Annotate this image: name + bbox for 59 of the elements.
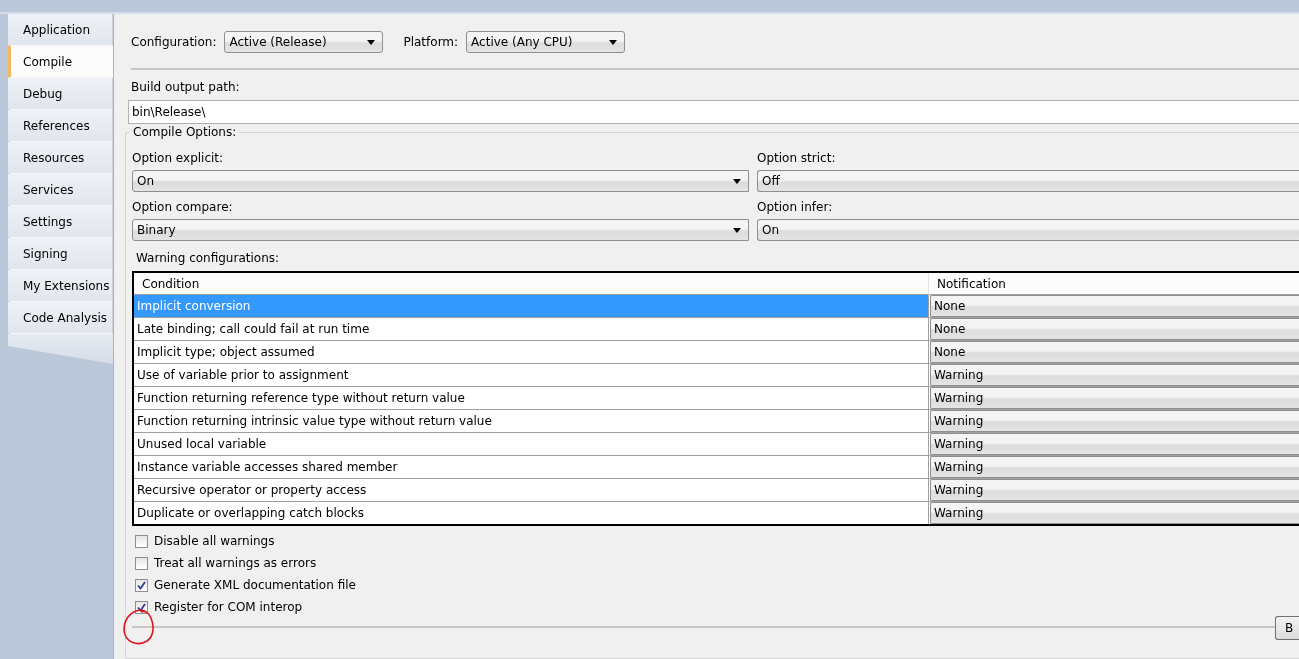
notification-dropdown[interactable]: Warning — [930, 479, 1299, 501]
option-dropdown[interactable]: Off — [757, 170, 1299, 192]
sidebar-tab[interactable]: Services — [8, 174, 113, 206]
notification-dropdown[interactable]: None — [930, 318, 1299, 340]
notification-dropdown[interactable]: Warning — [930, 456, 1299, 478]
option-label: Option infer: — [757, 200, 834, 214]
checkbox[interactable] — [135, 578, 148, 592]
notification-dropdown[interactable]: Warning — [930, 364, 1299, 386]
condition-cell[interactable]: Implicit type; object assumed — [133, 340, 929, 364]
condition-cell[interactable]: Instance variable accesses shared member — [133, 455, 929, 479]
condition-cell[interactable]: Duplicate or overlapping catch blocks — [133, 501, 929, 525]
notification-dropdown[interactable]: None — [930, 295, 1299, 317]
sidebar-tab[interactable]: References — [8, 110, 113, 142]
platform-dropdown[interactable]: Active (Any CPU) — [466, 31, 626, 53]
condition-cell[interactable]: Recursive operator or property access — [133, 478, 929, 502]
condition-cell[interactable]: Function returning reference type without return value — [133, 386, 929, 410]
option-label: Option explicit: — [132, 151, 225, 165]
notification-dropdown[interactable]: None — [930, 341, 1299, 363]
configuration-dropdown[interactable]: Active (Release) — [224, 31, 384, 53]
checkbox-label[interactable]: Disable all warnings — [154, 534, 275, 548]
option-label: Option compare: — [132, 200, 234, 214]
sidebar-tab[interactable]: Debug — [8, 78, 113, 110]
condition-cell[interactable]: Function returning intrinsic value type without return value — [133, 409, 929, 433]
sidebar-tab[interactable]: Application — [8, 14, 113, 46]
sidebar-tab[interactable]: Settings — [8, 206, 113, 238]
checkbox[interactable] — [135, 556, 148, 570]
checkbox-label[interactable]: Register for COM interop — [154, 600, 303, 614]
checkbox-label[interactable]: Treat all warnings as errors — [154, 556, 317, 570]
notification-dropdown[interactable]: Warning — [930, 410, 1299, 432]
sidebar-tab[interactable]: Code Analysis — [8, 302, 113, 334]
sidebar-tab[interactable]: My Extensions — [8, 270, 113, 302]
column-header[interactable]: Condition — [133, 272, 929, 295]
build-events-button[interactable]: B — [1275, 616, 1299, 640]
sidebar-tab[interactable]: Resources — [8, 142, 113, 174]
configuration-label: Configuration: — [131, 35, 217, 49]
option-label: Option strict: — [757, 151, 837, 165]
build-output-field[interactable]: bin\Release\ — [128, 100, 1299, 124]
checkbox[interactable] — [135, 534, 148, 548]
sidebar-tab[interactable]: Compile — [8, 46, 113, 78]
sidebar-tab[interactable]: Signing — [8, 238, 113, 270]
condition-cell[interactable]: Unused local variable — [133, 432, 929, 456]
platform-label: Platform: — [403, 35, 459, 49]
condition-cell[interactable]: Use of variable prior to assignment — [133, 363, 929, 387]
option-dropdown[interactable]: Binary — [132, 219, 749, 241]
build-output-label: Build output path: — [131, 80, 240, 94]
notification-dropdown[interactable]: Warning — [930, 433, 1299, 455]
group-title: Compile Options: — [130, 125, 240, 139]
dropdown-arrow-icon — [733, 227, 741, 233]
condition-cell[interactable]: Late binding; call could fail at run time — [133, 317, 929, 341]
column-header[interactable]: Notification — [928, 272, 1299, 295]
notification-dropdown[interactable]: Warning — [930, 502, 1299, 524]
dropdown-arrow-icon — [367, 39, 376, 45]
option-dropdown[interactable]: On — [132, 170, 749, 192]
checkbox-label[interactable]: Generate XML documentation file — [154, 578, 356, 592]
warning-configurations-label: Warning configurations: — [136, 251, 280, 265]
dropdown-arrow-icon — [733, 178, 741, 184]
option-dropdown[interactable]: On — [757, 219, 1299, 241]
dropdown-arrow-icon — [609, 39, 618, 45]
notification-dropdown[interactable]: Warning — [930, 387, 1299, 409]
